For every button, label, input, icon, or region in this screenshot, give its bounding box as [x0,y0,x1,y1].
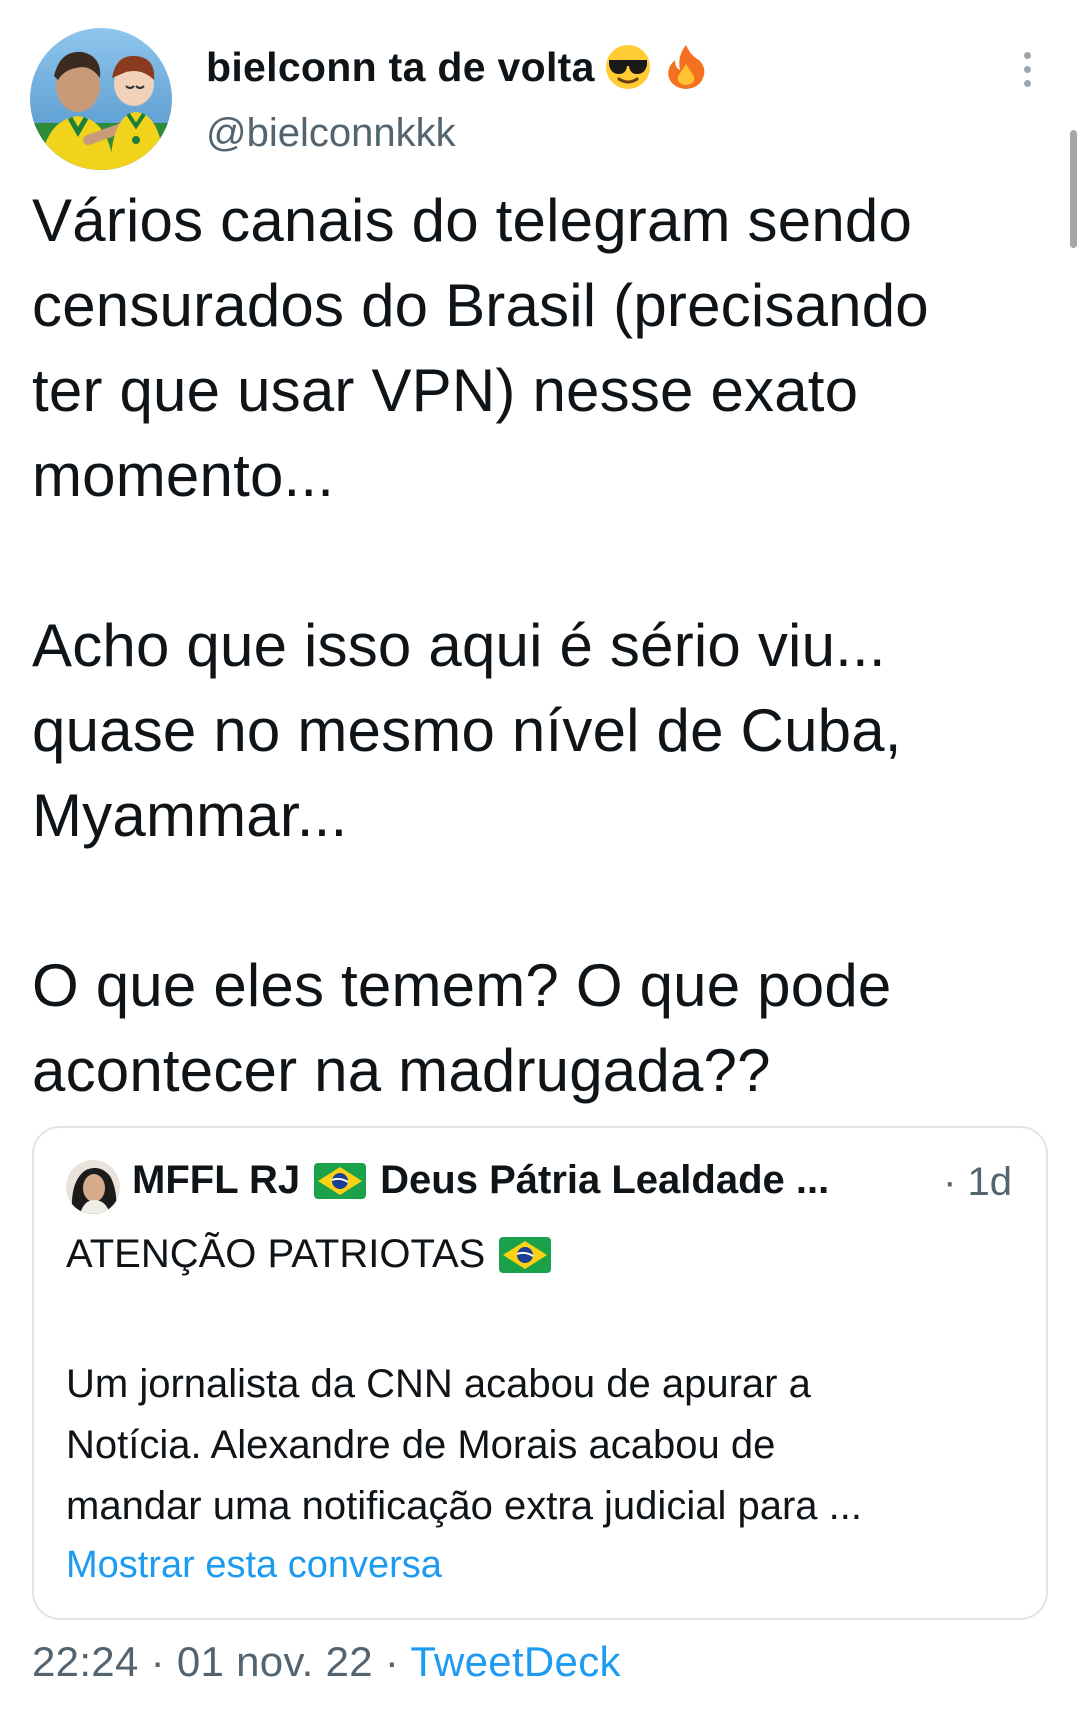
tweet-line: O que eles temem? O que pode [32,952,892,1019]
tweet-line: censurados do Brasil (precisando [32,272,929,339]
quoted-title-text: ATENÇÃO PATRIOTAS [66,1232,486,1276]
sunglasses-face-emoji-icon [603,42,653,92]
show-thread-link[interactable]: Mostrar esta conversa [66,1544,442,1587]
quoted-body-line: Um jornalista da CNN acabou de apurar a [66,1362,811,1406]
quoted-name-part1: MFFL RJ [132,1158,301,1202]
tweet-line: quase no mesmo nível de Cuba, [32,697,902,764]
fire-emoji-icon [661,42,711,92]
quoted-body-line: mandar uma notificação extra judicial pa… [66,1484,862,1528]
quoted-author-name[interactable]: MFFL RJ Deus Pátria Lealdade ... [132,1158,932,1203]
quoted-title: ATENÇÃO PATRIOTAS [66,1232,565,1277]
tweet-date[interactable]: 01 nov. 22 [177,1638,373,1685]
tweet-line: ter que usar VPN) nesse exato [32,357,859,424]
tweet-time[interactable]: 22:24 [32,1638,139,1685]
scrollbar[interactable] [1070,130,1077,248]
author-display-name[interactable]: bielconn ta de volta [206,42,711,92]
quoted-body-line: Notícia. Alexandre de Morais acabou de [66,1423,776,1467]
display-name-text: bielconn ta de volta [206,43,595,90]
tweet-line: Acho que isso aqui é sério viu... [32,612,886,679]
tweet-text: Vários canais do telegram sendo censurad… [32,178,1062,1113]
quoted-body: Um jornalista da CNN acabou de apurar a … [66,1354,1016,1537]
tweet-line: Vários canais do telegram sendo [32,187,913,254]
brazil-flag-icon [499,1236,552,1273]
meta-separator: · [138,1638,177,1685]
quoted-name-part2: Deus Pátria Lealdade ... [380,1158,830,1202]
quoted-author-avatar[interactable] [66,1160,120,1214]
quoted-tweet-card[interactable]: MFFL RJ Deus Pátria Lealdade ... · 1d AT… [32,1126,1048,1620]
more-options-icon[interactable] [1012,52,1042,98]
author-avatar[interactable] [30,28,172,170]
author-handle[interactable]: @bielconnkkk [206,111,456,156]
tweet-line: Myammar... [32,782,348,849]
user-avatar-photo [30,28,172,170]
tweet-source-link[interactable]: TweetDeck [410,1638,620,1685]
brazil-flag-icon [314,1162,367,1199]
meta-separator: · [372,1638,411,1685]
tweet-metadata: 22:24 · 01 nov. 22 · TweetDeck [32,1638,621,1686]
tweet-line: momento... [32,442,335,509]
tweet-line: acontecer na madrugada?? [32,1037,771,1104]
quoted-timestamp[interactable]: · 1d [943,1160,1012,1205]
